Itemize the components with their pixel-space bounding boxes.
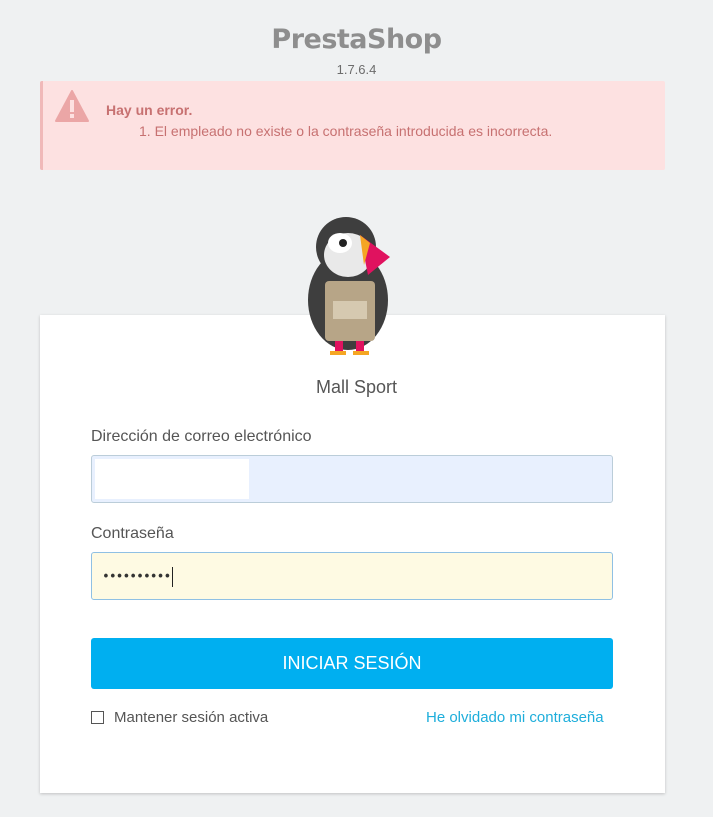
shop-name: Mall Sport	[315, 377, 398, 397]
remember-checkbox[interactable]	[91, 711, 104, 724]
warning-icon	[54, 89, 90, 130]
alert-message: 1. El empleado no existe o la contraseña…	[139, 123, 553, 139]
remember-label: Mantener sesión activa	[114, 709, 269, 726]
login-button[interactable]: INICIAR SESIÓN	[91, 638, 613, 689]
forgot-password-link[interactable]: He olvidado mi contraseña	[426, 709, 604, 726]
prestashop-logo: PrestaShop	[271, 24, 442, 55]
text-caret	[172, 567, 174, 587]
puffin-mascot-icon	[308, 217, 390, 355]
password-field[interactable]: ••••••••••	[91, 552, 613, 600]
alert-title: Hay un error.	[106, 102, 193, 118]
password-label: Contraseña	[91, 525, 174, 542]
remember-me[interactable]: Mantener sesión activa	[91, 709, 268, 726]
email-autofill-mask	[95, 459, 249, 499]
email-label: Dirección de correo electrónico	[91, 428, 312, 445]
password-value: ••••••••••	[102, 569, 171, 585]
email-field[interactable]	[91, 455, 613, 503]
version-label: 1.7.6.4	[336, 62, 377, 77]
error-alert: Hay un error. 1. El empleado no existe o…	[40, 81, 665, 170]
